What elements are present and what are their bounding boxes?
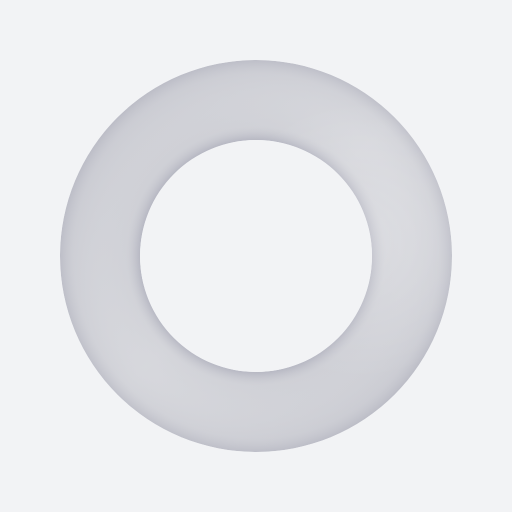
ring-icon — [60, 60, 452, 452]
canvas — [0, 0, 512, 512]
ring-hole — [140, 140, 372, 372]
